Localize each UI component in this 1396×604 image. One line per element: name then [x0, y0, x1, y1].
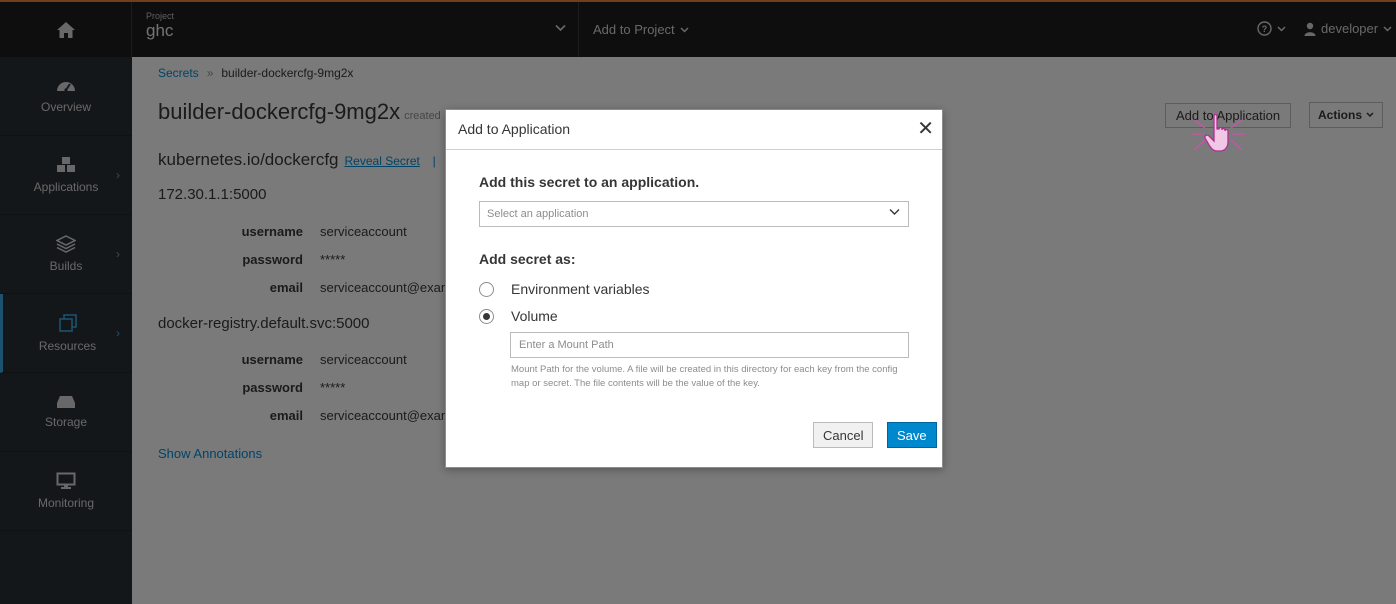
cancel-button[interactable]: Cancel	[813, 422, 874, 448]
close-icon[interactable]: ✕	[917, 119, 934, 139]
application-select-placeholder: Select an application	[487, 208, 589, 220]
volume-label: Volume	[511, 308, 558, 324]
add-to-application-dialog: Add to Application ✕ Add this secret to …	[445, 109, 943, 468]
env-vars-radio[interactable]	[479, 281, 494, 297]
env-vars-label: Environment variables	[511, 281, 650, 297]
application-select[interactable]: Select an application	[479, 201, 909, 227]
mount-path-help: Mount Path for the volume. A file will b…	[511, 364, 898, 389]
add-secret-as-heading: Add secret as:	[479, 251, 576, 267]
save-button[interactable]: Save	[887, 422, 937, 448]
modal-title: Add to Application	[458, 121, 571, 137]
env-vars-option[interactable]: Environment variables	[479, 281, 650, 297]
modal-header: Add to Application ✕	[446, 110, 942, 150]
volume-option[interactable]: Volume	[479, 308, 558, 324]
chevron-down-icon	[889, 209, 900, 215]
add-secret-heading: Add this secret to an application.	[479, 174, 700, 190]
pointer-hand-icon	[1191, 113, 1245, 152]
mount-path-input[interactable]	[510, 332, 909, 358]
volume-radio[interactable]	[479, 308, 494, 324]
